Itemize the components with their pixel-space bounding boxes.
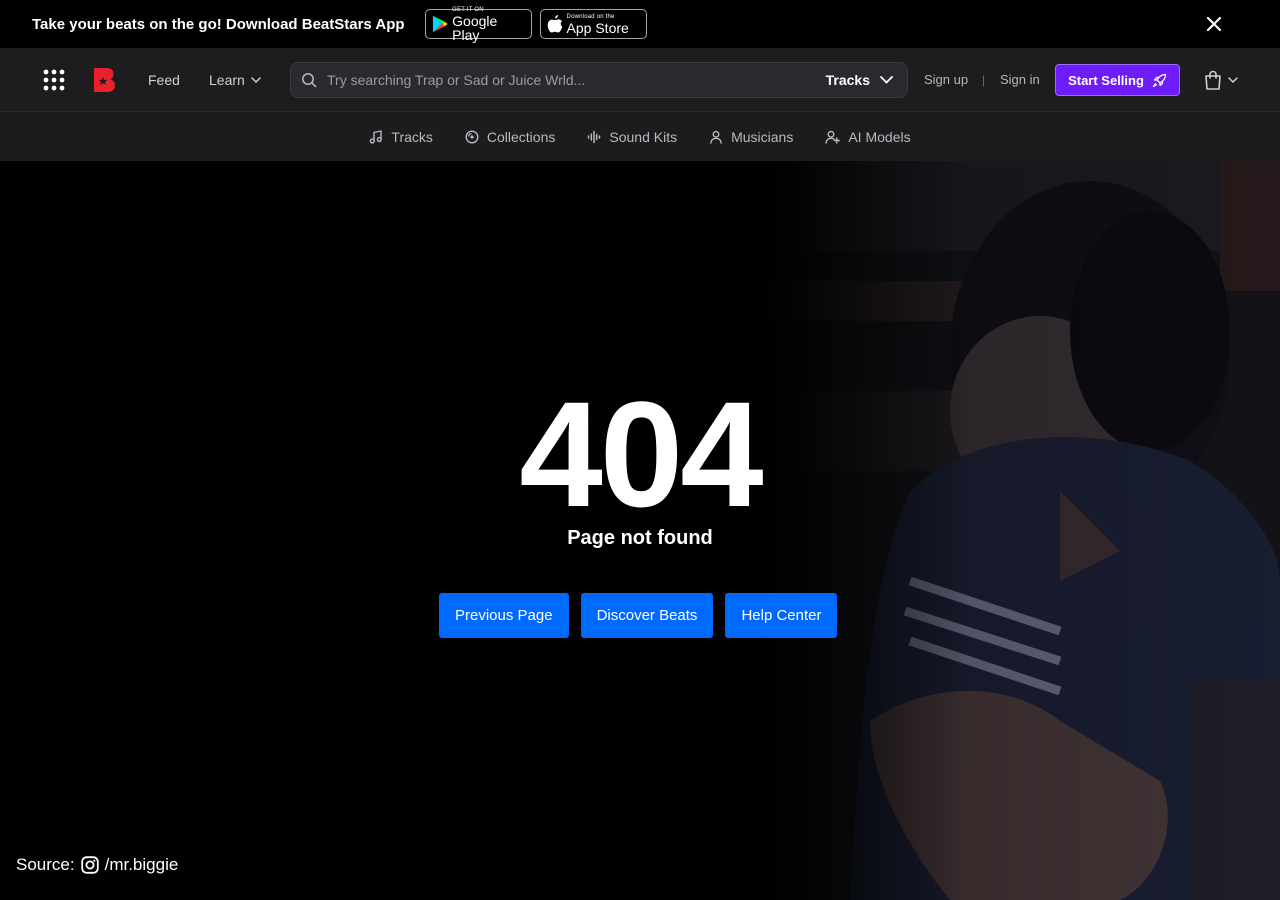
discover-beats-button[interactable]: Discover Beats [580, 593, 714, 638]
beatstars-logo[interactable] [94, 68, 115, 92]
nav-feed[interactable]: Feed [148, 70, 180, 90]
search-icon [302, 73, 317, 88]
main-header: Feed Learn Tracks Sign up | Sign in Star… [0, 48, 1280, 112]
disc-icon [465, 129, 479, 144]
close-icon[interactable] [1204, 14, 1224, 34]
category-label: Musicians [731, 128, 794, 145]
error-code: 404 [519, 370, 763, 538]
start-selling-label: Start Selling [1068, 72, 1144, 88]
music-note-icon [370, 129, 383, 144]
category-label: Tracks [391, 128, 433, 145]
previous-page-button[interactable]: Previous Page [439, 593, 569, 638]
instagram-icon [80, 856, 99, 874]
category-nav: Tracks Collections Sound Kits Musicians … [0, 112, 1280, 161]
credit-handle[interactable]: /mr.biggie [105, 855, 179, 875]
category-collections[interactable]: Collections [465, 129, 555, 145]
category-tracks[interactable]: Tracks [369, 128, 433, 145]
google-play-badge[interactable]: GET IT ON Google Play [424, 7, 532, 43]
chevron-down-icon [1228, 77, 1238, 83]
category-label: AI Models [848, 128, 911, 145]
category-ai-models[interactable]: AI Models [825, 128, 911, 145]
error-actions: Previous Page Discover Beats Help Center [439, 593, 849, 638]
nav-learn-label: Learn [209, 72, 245, 88]
shopping-bag-icon [1205, 70, 1221, 90]
cart-button[interactable] [1204, 70, 1238, 90]
app-store-label: App Store [566, 19, 629, 36]
help-center-button[interactable]: Help Center [725, 593, 838, 638]
google-play-label: Google Play [452, 12, 498, 43]
search-bar: Tracks [290, 62, 908, 98]
chevron-down-icon [251, 77, 261, 83]
category-label: Sound Kits [609, 128, 678, 145]
signin-link[interactable]: Sign in [1000, 70, 1040, 90]
category-sound-kits[interactable]: Sound Kits [587, 129, 677, 145]
error-message: Page not found [567, 527, 713, 549]
app-store-badge[interactable]: Download on the App Store [539, 9, 647, 39]
rocket-icon [1152, 73, 1167, 87]
search-input[interactable] [325, 71, 826, 89]
user-icon [710, 130, 722, 144]
search-type-label: Tracks [825, 72, 870, 88]
apple-icon [547, 15, 562, 33]
category-musicians[interactable]: Musicians [709, 129, 793, 145]
waveform-icon [588, 130, 601, 143]
start-selling-button[interactable]: Start Selling [1055, 64, 1180, 96]
search-type-dropdown[interactable]: Tracks [826, 72, 893, 88]
google-play-icon [432, 15, 448, 33]
promo-text: Take your beats on the go! Download Beat… [32, 15, 405, 33]
category-label: Collections [486, 128, 556, 145]
error-hero: 404 Page not found Previous Page Discove… [0, 161, 1280, 900]
nav-learn[interactable]: Learn [209, 70, 261, 90]
auth-separator: | [982, 73, 986, 87]
user-plus-icon [825, 130, 841, 144]
apps-grid-icon[interactable] [43, 69, 65, 91]
app-promo-banner: Take your beats on the go! Download Beat… [0, 0, 1280, 48]
signup-link[interactable]: Sign up [924, 70, 968, 90]
credit-prefix: Source: [16, 855, 75, 874]
photo-credit: Source: /mr.biggie [16, 855, 178, 875]
chevron-down-icon [880, 76, 893, 84]
